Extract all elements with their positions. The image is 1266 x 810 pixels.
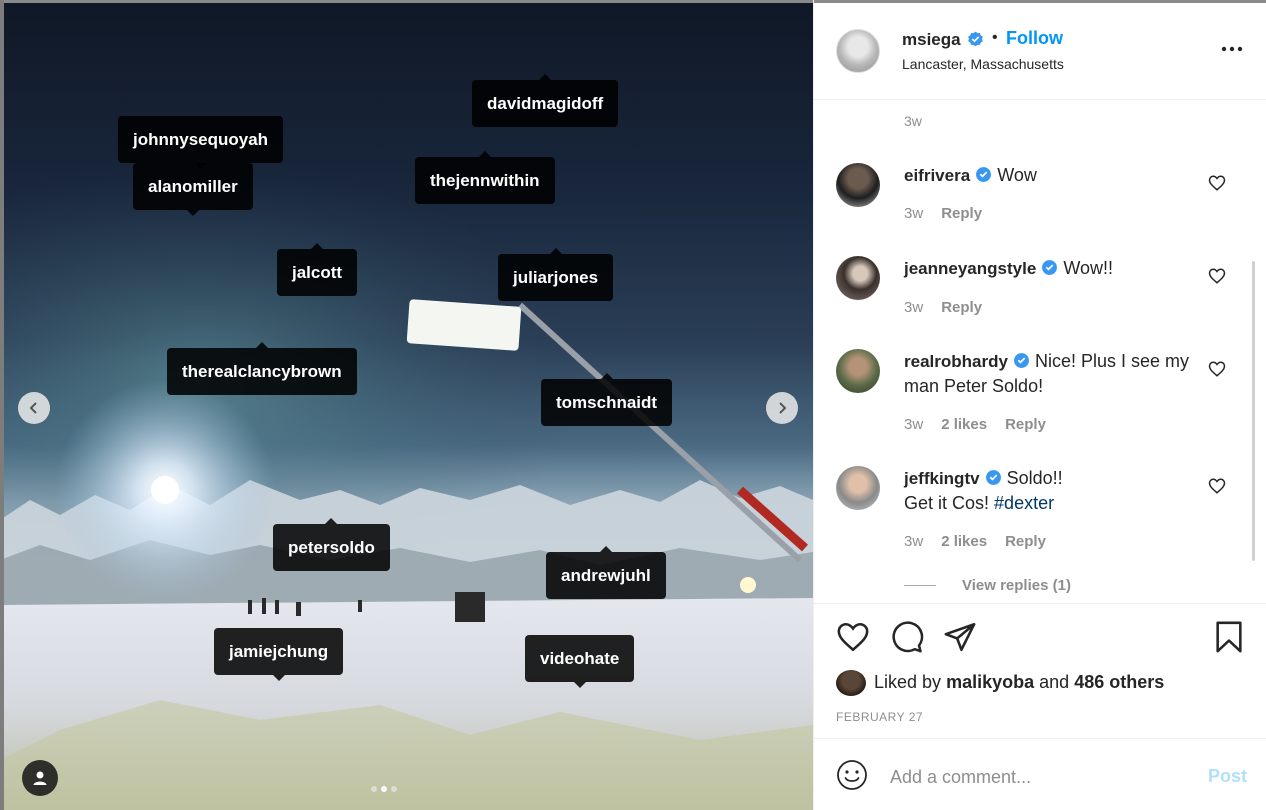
tagged-users-button[interactable]: [22, 760, 58, 796]
comment-body-line2: Get it Cos!: [904, 493, 990, 513]
user-icon: [33, 771, 47, 785]
lamp: [151, 476, 179, 504]
reply-button[interactable]: Reply: [941, 205, 982, 222]
comment-body: Wow: [997, 165, 1037, 185]
comment-text: jeffkingtv Soldo!! Get it Cos! #dexter: [904, 466, 1204, 515]
liked-by-summary: Liked by malikyoba and 486 others: [874, 672, 1164, 693]
comments-scrollbar[interactable]: [1252, 261, 1255, 561]
comment-body: Soldo!!: [1006, 468, 1063, 488]
user-tag-therealclancybrown[interactable]: therealclancybrown: [167, 342, 357, 395]
comment-text: jeanneyangstyle Wow!!: [904, 256, 1204, 281]
carousel-dot-active: [381, 786, 387, 792]
post-button[interactable]: Post: [1208, 766, 1247, 787]
follow-button[interactable]: Follow: [1006, 28, 1063, 49]
reply-button[interactable]: Reply: [941, 299, 982, 316]
author-username[interactable]: msiega: [902, 30, 961, 50]
share-icon[interactable]: [943, 620, 977, 654]
post-sidebar: msiega • Follow Lancaster, Massachusetts…: [813, 0, 1266, 810]
bookmark-icon[interactable]: [1212, 620, 1246, 654]
heart-icon[interactable]: [1208, 477, 1226, 495]
avatar[interactable]: [836, 466, 880, 510]
liked-by-and: and: [1039, 672, 1070, 692]
comment-text: eifrivera Wow: [904, 163, 1204, 188]
reply-button[interactable]: Reply: [1005, 533, 1046, 550]
post-header: msiega • Follow Lancaster, Massachusetts: [814, 3, 1266, 100]
post-date[interactable]: FEBRUARY 27: [836, 710, 923, 724]
liked-by-others[interactable]: 486 others: [1074, 672, 1164, 692]
carousel-dot: [391, 786, 397, 792]
liked-by-user[interactable]: malikyoba: [946, 672, 1034, 692]
avatar[interactable]: [836, 256, 880, 300]
comment-time: 3w: [904, 299, 924, 316]
crane-light: [406, 299, 522, 351]
comment-meta: 3w Reply: [904, 205, 982, 222]
carousel-indicator: [371, 786, 397, 792]
view-replies-label: View replies (1): [962, 577, 1071, 594]
heart-icon[interactable]: [1208, 267, 1226, 285]
comment-meta: 3w 2 likes Reply: [904, 533, 1046, 550]
comment-username[interactable]: realrobhardy: [904, 352, 1008, 371]
header-separator: •: [992, 29, 998, 46]
comment-time: 3w: [904, 113, 922, 129]
comment-time: 3w: [904, 205, 924, 222]
liked-by-prefix: Liked by: [874, 672, 942, 692]
comment-icon[interactable]: [890, 620, 924, 654]
view-replies-button[interactable]: View replies (1): [904, 577, 1071, 594]
chevron-left-icon: [29, 402, 37, 414]
replies-divider: [904, 585, 936, 586]
comment-username[interactable]: eifrivera: [904, 166, 970, 185]
user-tag-jalcott[interactable]: jalcott: [277, 243, 358, 296]
user-tag-johnnysequoyah[interactable]: johnnysequoyah: [118, 116, 284, 169]
user-tag-videohate[interactable]: videohate: [525, 635, 635, 688]
user-tag-alanomiller[interactable]: alanomiller: [133, 163, 253, 216]
post-actions: Liked by malikyoba and 486 others FEBRUA…: [814, 603, 1266, 738]
hashtag-link[interactable]: #dexter: [994, 493, 1054, 513]
comment-time: 3w: [904, 416, 924, 433]
comment-username[interactable]: jeanneyangstyle: [904, 259, 1036, 278]
liked-by-avatar[interactable]: [836, 670, 866, 696]
author-avatar[interactable]: [836, 29, 880, 73]
post-media[interactable]: johnnysequoyah davidmagidoff alanomiller…: [0, 0, 813, 810]
heart-icon[interactable]: [1208, 174, 1226, 192]
carousel-prev-button[interactable]: [18, 392, 50, 424]
chevron-right-icon: [779, 402, 787, 414]
comment-input[interactable]: [890, 763, 1190, 791]
user-tag-jamiejchung[interactable]: jamiejchung: [214, 628, 344, 681]
verified-badge-icon: [1014, 353, 1029, 368]
comment-username[interactable]: jeffkingtv: [904, 469, 980, 488]
verified-badge-icon: [976, 167, 992, 182]
more-horizontal-icon[interactable]: [1219, 39, 1245, 59]
avatar[interactable]: [836, 349, 880, 393]
carousel-next-button[interactable]: [766, 392, 798, 424]
comment-likes[interactable]: 2 likes: [941, 533, 987, 550]
comment-text: realrobhardy Nice! Plus I see my man Pet…: [904, 349, 1204, 398]
verified-badge-icon: [1042, 260, 1058, 275]
comments-list[interactable]: 3w eifrivera Wow 3w Reply jeanneyangstyl…: [814, 101, 1266, 603]
heart-icon[interactable]: [1208, 360, 1226, 378]
verified-badge-icon: [985, 470, 1001, 485]
comment-meta: 3w Reply: [904, 299, 982, 316]
comment-likes[interactable]: 2 likes: [941, 416, 987, 433]
user-tag-davidmagidoff[interactable]: davidmagidoff: [472, 74, 619, 127]
add-comment-bar: Post: [814, 738, 1266, 810]
user-tag-juliarjones[interactable]: juliarjones: [498, 248, 614, 301]
verified-badge-icon: [968, 31, 983, 47]
comment-body: Wow!!: [1063, 258, 1113, 278]
heart-icon[interactable]: [836, 620, 870, 654]
user-tag-tomschnaidt[interactable]: tomschnaidt: [541, 373, 673, 426]
comment-meta: 3w 2 likes Reply: [904, 416, 1046, 433]
avatar[interactable]: [836, 163, 880, 207]
emoji-icon[interactable]: [836, 759, 868, 791]
user-tag-thejennwithin[interactable]: thejennwithin: [415, 151, 555, 204]
post-location[interactable]: Lancaster, Massachusetts: [902, 56, 1064, 72]
user-tag-petersoldo[interactable]: petersoldo: [273, 518, 390, 571]
carousel-dot: [371, 786, 377, 792]
comment-time: 3w: [904, 533, 924, 550]
user-tag-andrewjuhl[interactable]: andrewjuhl: [546, 546, 666, 599]
reply-button[interactable]: Reply: [1005, 416, 1046, 433]
